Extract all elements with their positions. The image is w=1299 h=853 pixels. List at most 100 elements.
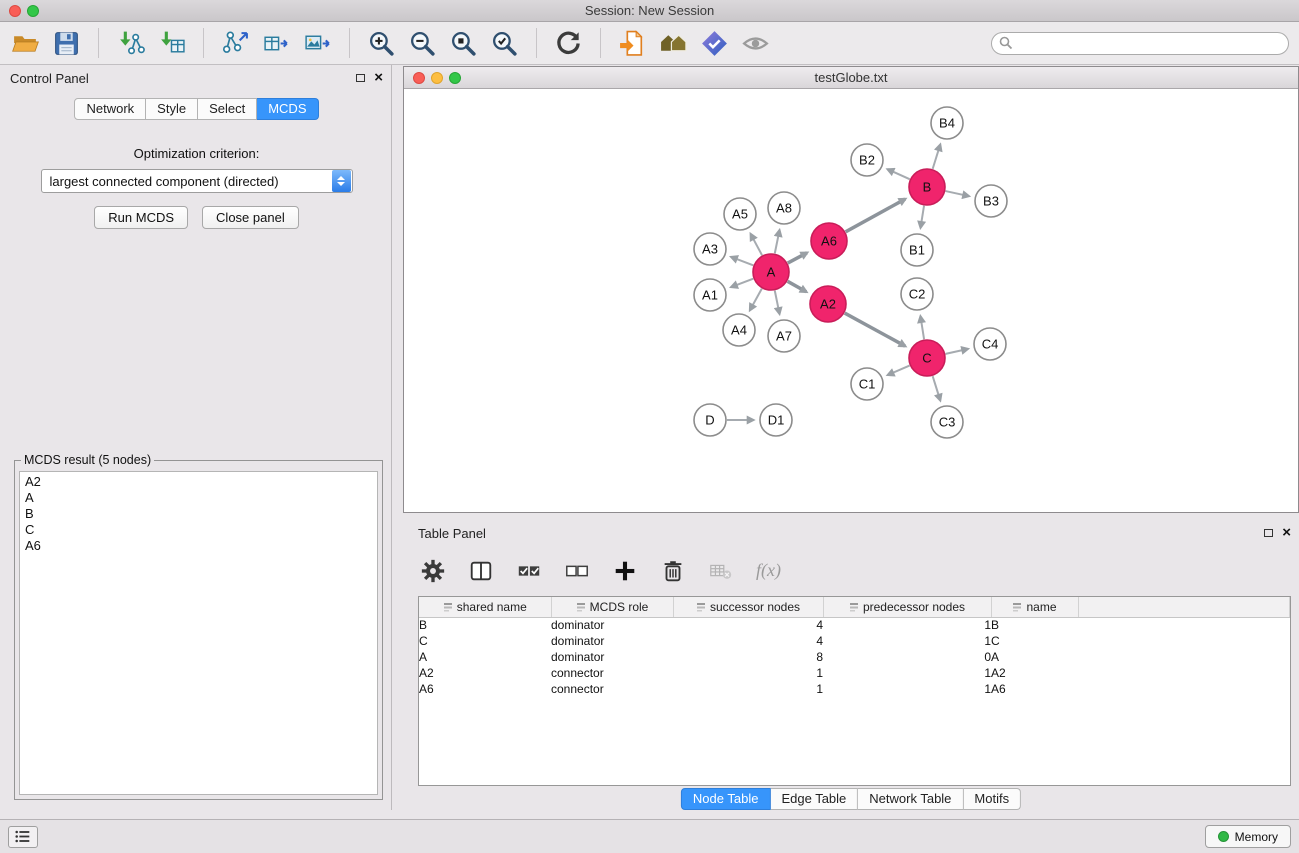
graph-node-D[interactable]: D: [694, 404, 726, 436]
zoom-in-button[interactable]: [366, 28, 397, 59]
close-window-button[interactable]: [9, 5, 21, 17]
table-cell[interactable]: 4: [673, 617, 823, 633]
graph-edge-A-A5[interactable]: [751, 234, 762, 255]
graph-edge-C-C3[interactable]: [933, 376, 940, 400]
home-button[interactable]: [658, 28, 689, 59]
graph-node-A6[interactable]: A6: [811, 223, 847, 259]
mcds-result-item[interactable]: B: [20, 506, 377, 522]
memory-button[interactable]: Memory: [1205, 825, 1291, 848]
table-cell[interactable]: 1: [823, 681, 991, 697]
column-header-shared-name[interactable]: shared name: [419, 597, 551, 617]
table-cell[interactable]: 1: [673, 681, 823, 697]
graph-node-A8[interactable]: A8: [768, 192, 800, 224]
import-network-from-file-button[interactable]: [115, 28, 146, 59]
zoom-fit-button[interactable]: [448, 28, 479, 59]
table-cell[interactable]: dominator: [551, 633, 673, 649]
add-column-button[interactable]: [611, 557, 639, 585]
graph-node-A5[interactable]: A5: [724, 198, 756, 230]
graph-edge-A-A6[interactable]: [788, 253, 807, 263]
table-cell[interactable]: dominator: [551, 617, 673, 633]
tab-node-table[interactable]: Node Table: [681, 788, 771, 810]
tab-style[interactable]: Style: [146, 98, 198, 120]
graph-edge-C-C1[interactable]: [888, 366, 909, 375]
column-header-mcds-role[interactable]: MCDS role: [551, 597, 673, 617]
table-cell[interactable]: 1: [673, 665, 823, 681]
table-cell[interactable]: A: [991, 649, 1078, 665]
column-header-name[interactable]: name: [991, 597, 1078, 617]
optimization-criterion-select[interactable]: largest connected component (directed): [41, 169, 353, 193]
network-graph[interactable]: B4B2BB3A5A8A6B1A3AC2A1A2A4A7C4CC1C3DD1: [404, 89, 1298, 512]
graph-node-B4[interactable]: B4: [931, 107, 963, 139]
tab-motifs[interactable]: Motifs: [963, 788, 1021, 810]
zoom-selected-button[interactable]: [489, 28, 520, 59]
table-cell[interactable]: A: [419, 649, 551, 665]
tab-mcds[interactable]: MCDS: [257, 98, 318, 120]
table-cell[interactable]: A2: [419, 665, 551, 681]
import-table-from-file-button[interactable]: [156, 28, 187, 59]
table-cell[interactable]: connector: [551, 681, 673, 697]
graph-edge-A-A8[interactable]: [775, 231, 780, 254]
validate-button[interactable]: [699, 28, 730, 59]
mcds-result-item[interactable]: A: [20, 490, 377, 506]
table-cell[interactable]: 8: [673, 649, 823, 665]
zoom-out-button[interactable]: [407, 28, 438, 59]
graph-edge-A-A3[interactable]: [732, 257, 754, 265]
minimize-network-window-button[interactable]: [431, 72, 443, 84]
table-cell[interactable]: 4: [673, 633, 823, 649]
graph-edge-C-C2[interactable]: [921, 317, 925, 340]
graph-node-A7[interactable]: A7: [768, 320, 800, 352]
graph-node-A2[interactable]: A2: [810, 286, 846, 322]
graph-node-A1[interactable]: A1: [694, 279, 726, 311]
export-network-button[interactable]: [220, 28, 251, 59]
tab-select[interactable]: Select: [198, 98, 257, 120]
table-cell[interactable]: A2: [991, 665, 1078, 681]
graph-node-B2[interactable]: B2: [851, 144, 883, 176]
table-cell[interactable]: B: [419, 617, 551, 633]
task-history-button[interactable]: [8, 826, 38, 848]
graph-edge-A-A7[interactable]: [775, 291, 780, 314]
graph-node-A3[interactable]: A3: [694, 233, 726, 265]
graph-edge-B-B4[interactable]: [933, 145, 940, 169]
export-table-button[interactable]: [261, 28, 292, 59]
table-cell[interactable]: 0: [823, 649, 991, 665]
graph-node-D1[interactable]: D1: [760, 404, 792, 436]
graph-node-B3[interactable]: B3: [975, 185, 1007, 217]
table-row[interactable]: A6connector11A6: [419, 681, 1290, 697]
graph-edge-B-B1[interactable]: [921, 206, 924, 228]
table-cell[interactable]: 1: [823, 617, 991, 633]
table-cell[interactable]: A6: [991, 681, 1078, 697]
close-network-window-button[interactable]: [413, 72, 425, 84]
show-columns-button[interactable]: [467, 557, 495, 585]
graph-node-B1[interactable]: B1: [901, 234, 933, 266]
delete-column-button[interactable]: [659, 557, 687, 585]
export-image-button[interactable]: [302, 28, 333, 59]
graph-node-C2[interactable]: C2: [901, 278, 933, 310]
table-row[interactable]: Adominator80A: [419, 649, 1290, 665]
graph-node-C4[interactable]: C4: [974, 328, 1006, 360]
graph-node-C3[interactable]: C3: [931, 406, 963, 438]
graph-node-B[interactable]: B: [909, 169, 945, 205]
refresh-view-button[interactable]: [553, 28, 584, 59]
save-session-button[interactable]: [51, 28, 82, 59]
close-panel-button[interactable]: ×: [374, 72, 383, 84]
run-mcds-button[interactable]: Run MCDS: [94, 206, 188, 229]
table-cell[interactable]: A6: [419, 681, 551, 697]
table-cell[interactable]: C: [419, 633, 551, 649]
zoom-network-window-button[interactable]: [449, 72, 461, 84]
open-session-button[interactable]: [10, 28, 41, 59]
float-panel-button[interactable]: [356, 74, 365, 82]
close-table-panel-button[interactable]: ×: [1282, 527, 1291, 539]
graph-node-C[interactable]: C: [909, 340, 945, 376]
graph-node-C1[interactable]: C1: [851, 368, 883, 400]
zoom-window-button[interactable]: [27, 5, 39, 17]
table-cell[interactable]: B: [991, 617, 1078, 633]
graph-edge-C-C4[interactable]: [946, 349, 968, 354]
table-row[interactable]: Cdominator41C: [419, 633, 1290, 649]
open-file-browser-button[interactable]: [617, 28, 648, 59]
graph-edge-B-B3[interactable]: [946, 191, 969, 196]
table-row[interactable]: Bdominator41B: [419, 617, 1290, 633]
mcds-result-item[interactable]: C: [20, 522, 377, 538]
search-input[interactable]: [991, 32, 1289, 55]
mcds-result-list[interactable]: A2ABCA6: [19, 471, 378, 795]
table-cell[interactable]: connector: [551, 665, 673, 681]
